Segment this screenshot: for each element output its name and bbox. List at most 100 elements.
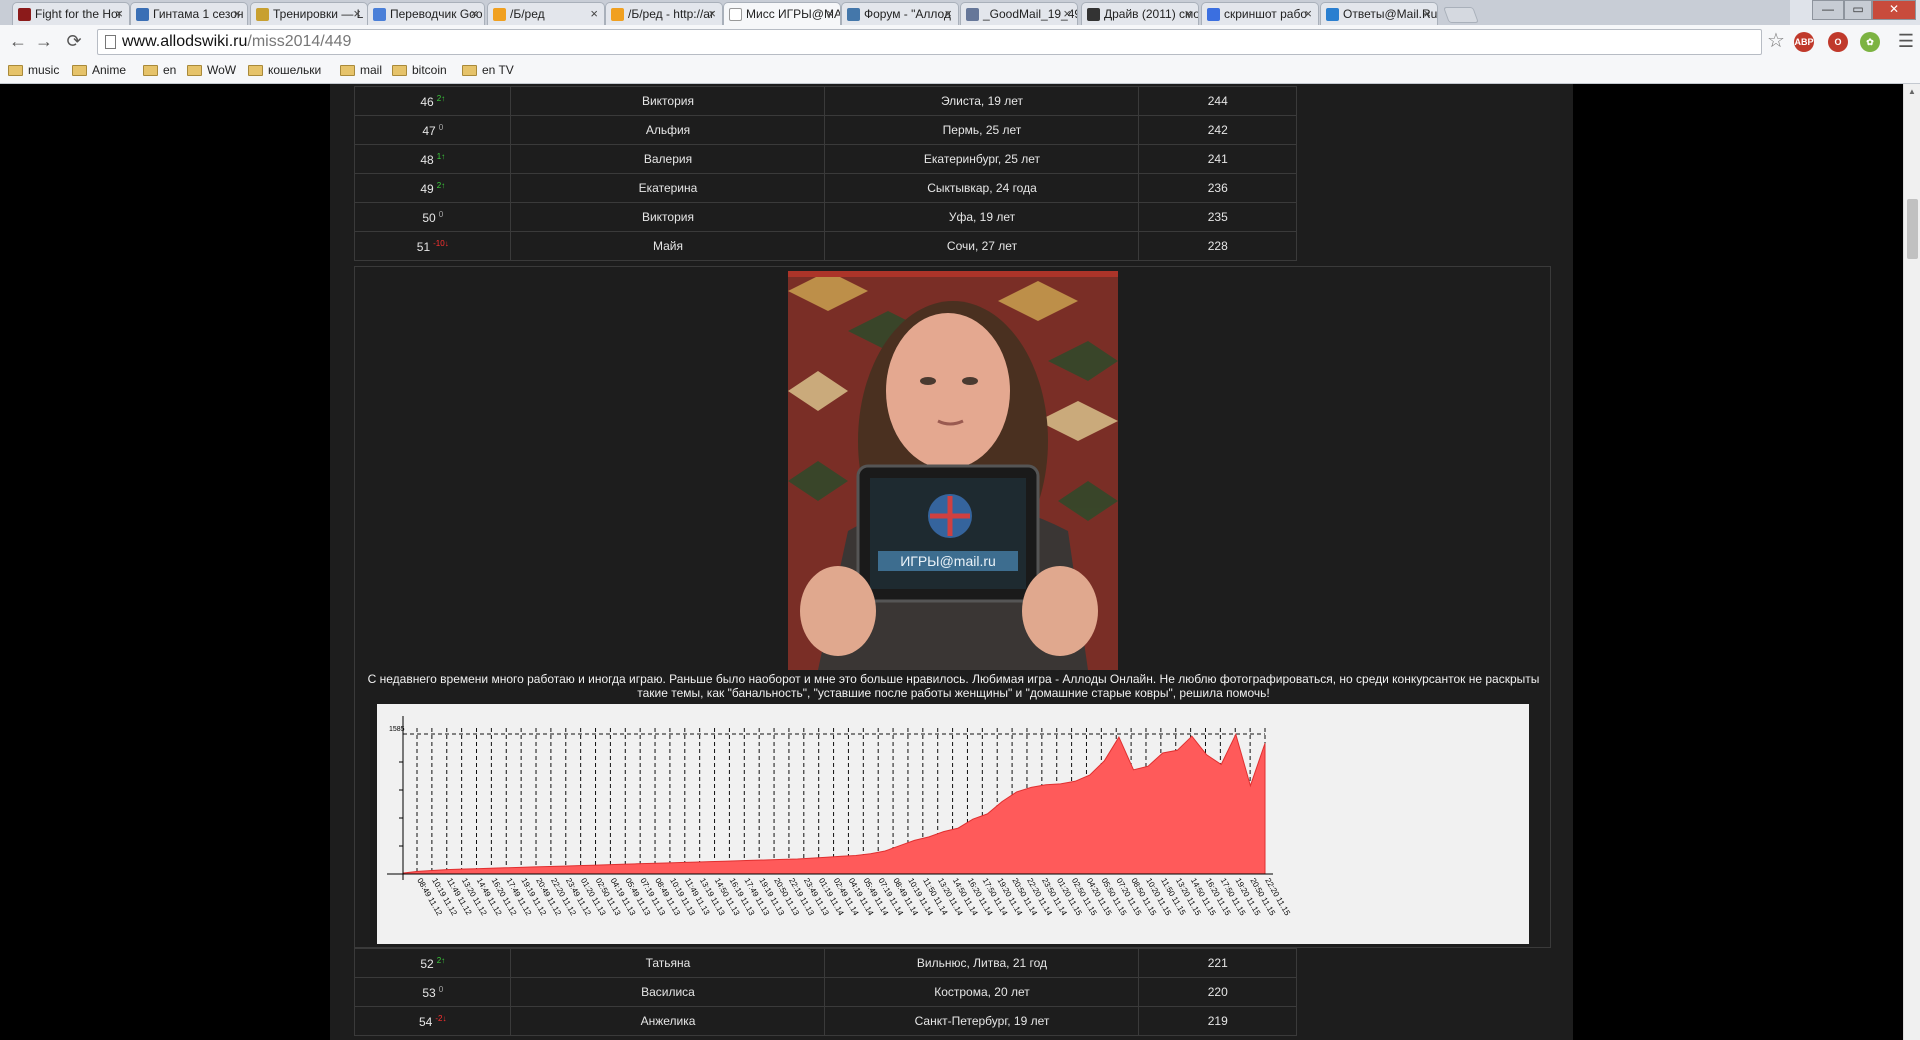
browser-chrome: Fight for the Hor × Гинтама 1 сезон × Тренир…	[0, 0, 1920, 84]
menu-icon[interactable]: ☰	[1894, 31, 1918, 53]
tab-title: Fight for the Hor	[35, 7, 122, 21]
star-bookmark-icon[interactable]: ☆	[1764, 31, 1788, 53]
tab-8[interactable]: Форум - "Аллод ×	[841, 2, 959, 25]
tab-close-icon[interactable]: ×	[1184, 6, 1192, 21]
extension-icon-2[interactable]: O	[1828, 32, 1848, 52]
tab-12[interactable]: Ответы@Mail.Ru ×	[1320, 2, 1438, 25]
place-cell: 52 2↑	[353, 948, 512, 978]
scrollbar-thumb[interactable]	[1907, 199, 1918, 259]
tab-close-icon[interactable]: ×	[470, 6, 478, 21]
bookmark-label: en TV	[482, 63, 514, 77]
tab-close-icon[interactable]: ×	[1423, 6, 1431, 21]
tab-1[interactable]: Fight for the Hor ×	[12, 2, 130, 25]
contestant-name: Анжелика	[510, 1006, 826, 1036]
tab-close-icon[interactable]: ×	[233, 6, 241, 21]
tab-strip: Fight for the Hor × Гинтама 1 сезон × Тренир…	[0, 0, 1790, 26]
tab-close-icon[interactable]: ×	[590, 6, 598, 21]
table-row: 53 0 Василиса Кострома, 20 лет 220	[353, 977, 1297, 1007]
forward-button[interactable]: →	[32, 31, 56, 53]
tab-2[interactable]: Гинтама 1 сезон ×	[130, 2, 248, 25]
folder-icon	[392, 65, 407, 76]
bookmark-label: bitcoin	[412, 63, 447, 77]
contestant-caption: С недавнего времени много работаю и иног…	[367, 672, 1540, 700]
tab-10[interactable]: Драйв (2011) смо ×	[1081, 2, 1199, 25]
place-number: 48	[420, 152, 434, 167]
tab-close-icon[interactable]: ×	[1063, 6, 1071, 21]
tab-7[interactable]: Мисс ИГРЫ@МА ×	[723, 2, 841, 26]
tab-favicon-icon	[136, 8, 149, 21]
contestant-city: Екатеринбург, 25 лет	[824, 144, 1140, 174]
tab-11[interactable]: скриншот рабо ×	[1201, 2, 1319, 25]
bookmark-label: Anime	[92, 63, 127, 77]
tab-title: /Б/ред	[510, 7, 545, 21]
place-number: 46	[420, 94, 434, 109]
bookmark-folder[interactable]: WoW	[187, 63, 236, 77]
tab-9[interactable]: _GoodMail_19_49 ×	[960, 2, 1078, 25]
minimize-button[interactable]: —	[1812, 0, 1844, 20]
url-path: /miss2014/449	[247, 33, 352, 50]
scroll-up-arrow[interactable]: ▲	[1908, 87, 1916, 96]
place-number: 52	[420, 956, 434, 971]
place-cell: 46 2↑	[353, 86, 512, 116]
contestant-name: Татьяна	[510, 948, 826, 978]
tab-close-icon[interactable]: ×	[115, 6, 123, 21]
bookmark-folder[interactable]: en	[143, 63, 176, 77]
tab-close-icon[interactable]: ×	[826, 6, 834, 21]
address-bar[interactable]: www.allodswiki.ru/miss2014/449	[97, 29, 1762, 55]
place-number: 49	[420, 181, 434, 196]
place-number: 54	[419, 1014, 433, 1029]
contestant-name: Альфия	[510, 115, 826, 145]
reload-button[interactable]: ⟳	[62, 31, 86, 53]
contestant-name: Майя	[510, 231, 826, 261]
bookmark-folder[interactable]: en TV	[462, 63, 514, 77]
tab-favicon-icon	[729, 8, 742, 21]
folder-icon	[143, 65, 158, 76]
bookmark-folder[interactable]: Anime	[72, 63, 126, 77]
tab-close-icon[interactable]: ×	[708, 6, 716, 21]
extension-icon-3[interactable]: ✿	[1860, 32, 1880, 52]
contestant-score: 235	[1138, 202, 1297, 232]
tab-5[interactable]: /Б/ред ×	[487, 2, 605, 25]
contestant-feature: ИГРЫ@mail.ru С недавнего времени много р…	[354, 266, 1551, 948]
place-cell: 47 0	[353, 115, 512, 145]
tab-favicon-icon	[966, 8, 979, 21]
table-row: 54 -2↓ Анжелика Санкт-Петербург, 19 лет 219	[353, 1006, 1297, 1036]
tab-close-icon[interactable]: ×	[1304, 6, 1312, 21]
tab-4[interactable]: Переводчик Goo ×	[367, 2, 485, 25]
vertical-scrollbar[interactable]: ▲	[1903, 84, 1920, 1040]
folder-icon	[462, 65, 477, 76]
arrow-up-icon: ↑	[441, 151, 446, 161]
contestant-score: 244	[1138, 86, 1297, 116]
back-button[interactable]: ←	[6, 31, 30, 53]
extension-icon-1[interactable]: ABP	[1794, 32, 1814, 52]
bookmark-folder[interactable]: кошельки	[248, 63, 321, 77]
tab-close-icon[interactable]: ×	[944, 6, 952, 21]
contestant-name: Валерия	[510, 144, 826, 174]
contestant-score: 242	[1138, 115, 1297, 145]
folder-icon	[187, 65, 202, 76]
tab-3[interactable]: Тренировки — L ×	[250, 2, 368, 25]
place-cell: 50 0	[353, 202, 512, 232]
tab-title: Тренировки — L	[273, 7, 364, 21]
place-cell: 51 -10↓	[353, 231, 512, 261]
contestant-score: 236	[1138, 173, 1297, 203]
contestant-score: 219	[1138, 1006, 1297, 1036]
new-tab-button[interactable]	[1443, 7, 1479, 23]
tab-title: Переводчик Goo	[390, 7, 483, 21]
page-viewport: 46 2↑ Виктория Элиста, 19 лет 244 47 0 Альфия Пе…	[0, 84, 1903, 1040]
y-max-label: 1585	[389, 726, 405, 733]
contestant-city: Кострома, 20 лет	[824, 977, 1140, 1007]
tab-favicon-icon	[1087, 8, 1100, 21]
contestant-score: 228	[1138, 231, 1297, 261]
contestant-score: 241	[1138, 144, 1297, 174]
maximize-button[interactable]: ▭	[1844, 0, 1872, 20]
bookmark-folder[interactable]: mail	[340, 63, 382, 77]
contestant-score: 221	[1138, 948, 1297, 978]
close-window-button[interactable]: ✕	[1872, 0, 1916, 20]
bookmark-folder[interactable]: music	[8, 63, 59, 77]
tablet-logo-text: ИГРЫ@mail.ru	[900, 553, 996, 569]
bookmark-folder[interactable]: bitcoin	[392, 63, 447, 77]
place-cell: 54 -2↓	[353, 1006, 512, 1036]
tab-close-icon[interactable]: ×	[353, 6, 361, 21]
tab-6[interactable]: /Б/ред - http://ar ×	[605, 2, 723, 25]
